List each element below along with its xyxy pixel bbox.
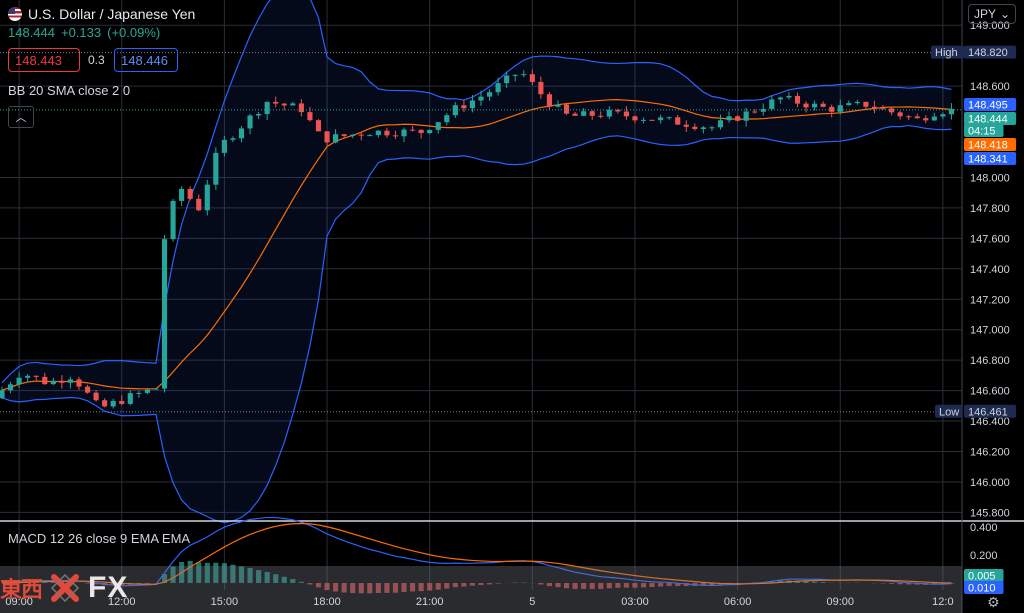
svg-text:0.005: 0.005 [968, 571, 996, 583]
svg-text:148.495: 148.495 [968, 100, 1008, 112]
price-tick-label: 146.800 [970, 355, 1010, 367]
currency-value: JPY [974, 7, 997, 21]
time-axis-bg [0, 590, 962, 613]
watermark-cjk: 東西 [0, 577, 43, 602]
svg-text:High: High [935, 47, 958, 59]
time-tick-label: 5 [529, 596, 535, 608]
time-tick-label: 06:00 [724, 596, 752, 608]
symbol-name[interactable]: U.S. Dollar / Japanese Yen [28, 6, 195, 22]
broker-watermark: 東西 FX [0, 566, 128, 610]
price-change-percent: (+0.09%) [107, 25, 161, 40]
us-flag-icon [8, 7, 22, 21]
price-tick-label: 145.800 [970, 507, 1010, 519]
macd-tick-label: 0.200 [970, 550, 998, 562]
macd-signal-badge: 0.010 [964, 581, 1004, 595]
spread-value: 0.3 [88, 53, 105, 67]
svg-text:148.341: 148.341 [968, 154, 1008, 166]
last-price-badge: 148.444 [964, 112, 1017, 126]
bollinger-legend[interactable]: BB 20 SMA close 2 0 [8, 83, 195, 98]
macd-tick-label: 0.400 [970, 522, 998, 534]
macd-pane [0, 516, 1024, 594]
high-value-badge: 148.820 [964, 45, 1017, 59]
bb-upper-badge: 148.495 [964, 98, 1017, 112]
watermark-band [0, 566, 962, 590]
candle [170, 198, 176, 242]
price-tick-label: 146.000 [970, 477, 1010, 489]
watermark-logo-icon [50, 573, 80, 603]
svg-text:148.418: 148.418 [968, 140, 1008, 152]
svg-text:Low: Low [939, 406, 959, 418]
buy-button[interactable]: 148.446 [114, 48, 178, 72]
watermark-fx: FX [88, 571, 129, 604]
last-price: 148.444 [8, 25, 55, 40]
candle [161, 235, 168, 393]
candle [179, 186, 185, 207]
time-tick-label: 21:00 [416, 596, 444, 608]
countdown-badge: 04:15 [964, 124, 1004, 138]
time-tick-label: 12:0 [932, 596, 953, 608]
currency-select[interactable]: JPY ⌄ [968, 4, 1016, 24]
candle [213, 147, 219, 190]
symbol-legend: U.S. Dollar / Japanese Yen 148.444 +0.13… [8, 6, 195, 128]
time-axis: 09:00 12:00 15:00 18:00 21:00 5 03:00 06:00 09:0… [0, 590, 962, 613]
svg-text:0.010: 0.010 [968, 583, 996, 595]
candle [204, 179, 210, 216]
macd-legend[interactable]: MACD 12 26 close 9 EMA EMA [8, 531, 190, 546]
macd-value-badge: 0.005 [964, 569, 1004, 583]
price-tick-label: 147.000 [970, 325, 1010, 337]
chevron-down-icon: ⌄ [999, 7, 1010, 21]
candle [315, 119, 322, 132]
price-tick-label: 147.800 [970, 203, 1010, 215]
chevron-up-icon: ︿ [15, 112, 27, 124]
svg-text:148.444: 148.444 [968, 114, 1008, 126]
low-value-badge: 146.461 [964, 404, 1017, 418]
sell-button[interactable]: 148.443 [8, 48, 80, 72]
price-tick-label: 147.200 [970, 294, 1010, 306]
time-tick-label: 09:00 [826, 596, 854, 608]
time-tick-label: 15:00 [211, 596, 239, 608]
bollinger-lower [1, 124, 952, 524]
bb-lower-badge: 148.341 [964, 152, 1017, 166]
svg-text:04:15: 04:15 [968, 126, 996, 138]
price-tick-label: 148.600 [970, 81, 1010, 93]
candle [187, 186, 193, 201]
time-tick-label: 03:00 [621, 596, 649, 608]
svg-text:148.820: 148.820 [968, 47, 1008, 59]
price-tick-label: 146.200 [970, 446, 1010, 458]
price-change: +0.133 [61, 25, 102, 40]
settings-gear-icon[interactable]: ⚙ [987, 594, 1000, 611]
candle [563, 103, 570, 115]
svg-text:146.461: 146.461 [968, 406, 1008, 418]
collapse-legend-button[interactable]: ︿ [8, 106, 34, 128]
price-tick-label: 147.600 [970, 233, 1010, 245]
price-tick-label: 146.600 [970, 386, 1010, 398]
low-label-badge: Low [935, 404, 962, 418]
bb-basis-badge: 148.418 [964, 138, 1017, 152]
price-tick-label: 148.000 [970, 172, 1010, 184]
candle [649, 119, 655, 121]
time-tick-label: 18:00 [313, 596, 341, 608]
price-tick-label: 147.400 [970, 264, 1010, 276]
high-label-badge: High [931, 45, 965, 59]
